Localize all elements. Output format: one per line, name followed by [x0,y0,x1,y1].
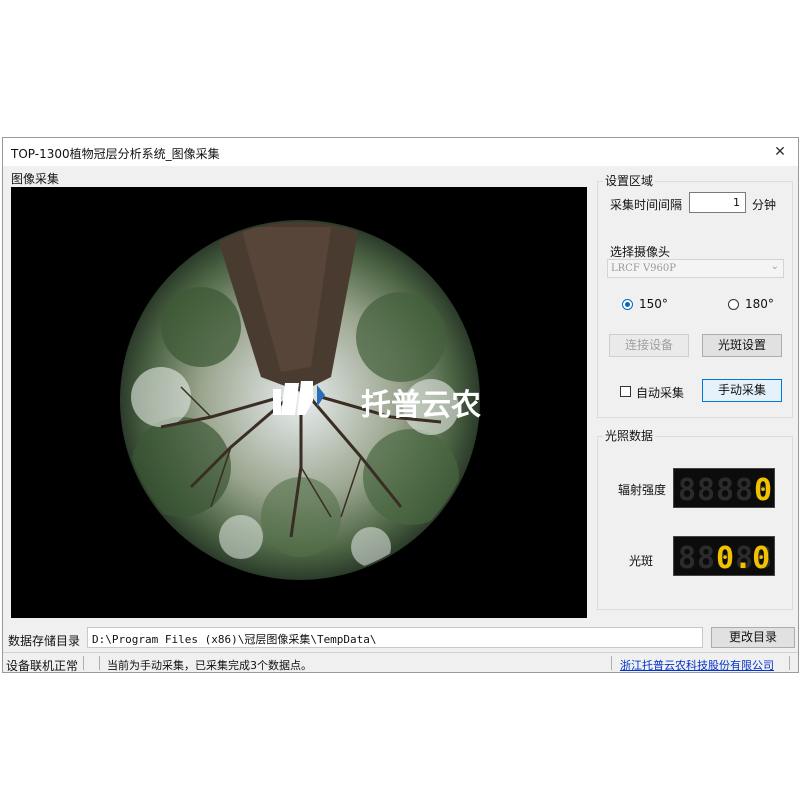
radio-150-label: 150° [639,297,668,311]
settings-group-label: 设置区域 [603,172,656,189]
status-bar: 设备联机正常 当前为手动采集，已采集完成3个数据点。 浙江托普云农科技股份有限公… [3,652,798,673]
status-separator [611,656,612,670]
camera-select-value: LRCF V960P [611,263,676,274]
storage-label: 数据存储目录 [8,634,81,648]
svg-text:8: 8 [716,473,734,507]
preview-group-label: 图像采集 [9,170,62,187]
svg-text:8: 8 [678,473,696,507]
radiation-display: 8 8 8 8 8 0 [673,468,775,508]
manual-capture-button[interactable]: 手动采集 [702,379,782,402]
device-status: 设备联机正常 [6,659,79,673]
svg-text:8: 8 [678,541,696,575]
spot-display: 8 8 8 8 8 0.0 [673,536,775,576]
radiation-value: 0 [754,473,772,507]
camera-select[interactable]: LRCF V960P ⌄ [607,259,784,278]
interval-label: 采集时间间隔 [610,198,683,212]
auto-capture-checkbox[interactable] [620,386,631,397]
connect-device-button[interactable]: 连接设备 [609,334,689,357]
main-window: TOP-1300植物冠层分析系统_图像采集 ✕ 图像采集 托普云农 设置区域 采… [2,137,799,673]
light-group-label: 光照数据 [603,427,656,444]
camera-label: 选择摄像头 [610,245,671,259]
status-message: 当前为手动采集，已采集完成3个数据点。 [107,659,312,672]
storage-path-input[interactable]: D:\Program Files (x86)\冠层图像采集\TempData\ [87,627,703,648]
status-separator [789,656,790,670]
interval-input[interactable]: 1 [689,192,746,213]
spot-label: 光斑 [629,554,654,568]
window-title: TOP-1300植物冠层分析系统_图像采集 [11,147,220,161]
change-directory-button[interactable]: 更改目录 [711,627,795,648]
camera-preview: 托普云农 [11,187,587,618]
interval-unit: 分钟 [752,198,777,212]
status-separator [83,656,84,670]
svg-text:8: 8 [735,473,753,507]
watermark-text: 托普云农 [361,388,481,423]
spot-value: 0.0 [716,541,770,575]
svg-text:8: 8 [697,541,715,575]
spot-settings-button[interactable]: 光斑设置 [702,334,782,357]
radio-180-label: 180° [745,297,774,311]
fisheye-image: 托普云农 [11,187,587,618]
auto-capture-label: 自动采集 [636,386,685,400]
chevron-down-icon: ⌄ [770,261,779,272]
radio-150[interactable] [622,299,633,310]
status-separator [99,656,100,670]
company-link[interactable]: 浙江托普云农科技股份有限公司 [620,657,774,673]
title-bar: TOP-1300植物冠层分析系统_图像采集 ✕ [3,138,798,166]
radiation-label: 辐射强度 [618,483,667,497]
close-icon[interactable]: ✕ [768,140,792,164]
svg-text:8: 8 [697,473,715,507]
radio-180[interactable] [728,299,739,310]
light-group [597,436,793,610]
